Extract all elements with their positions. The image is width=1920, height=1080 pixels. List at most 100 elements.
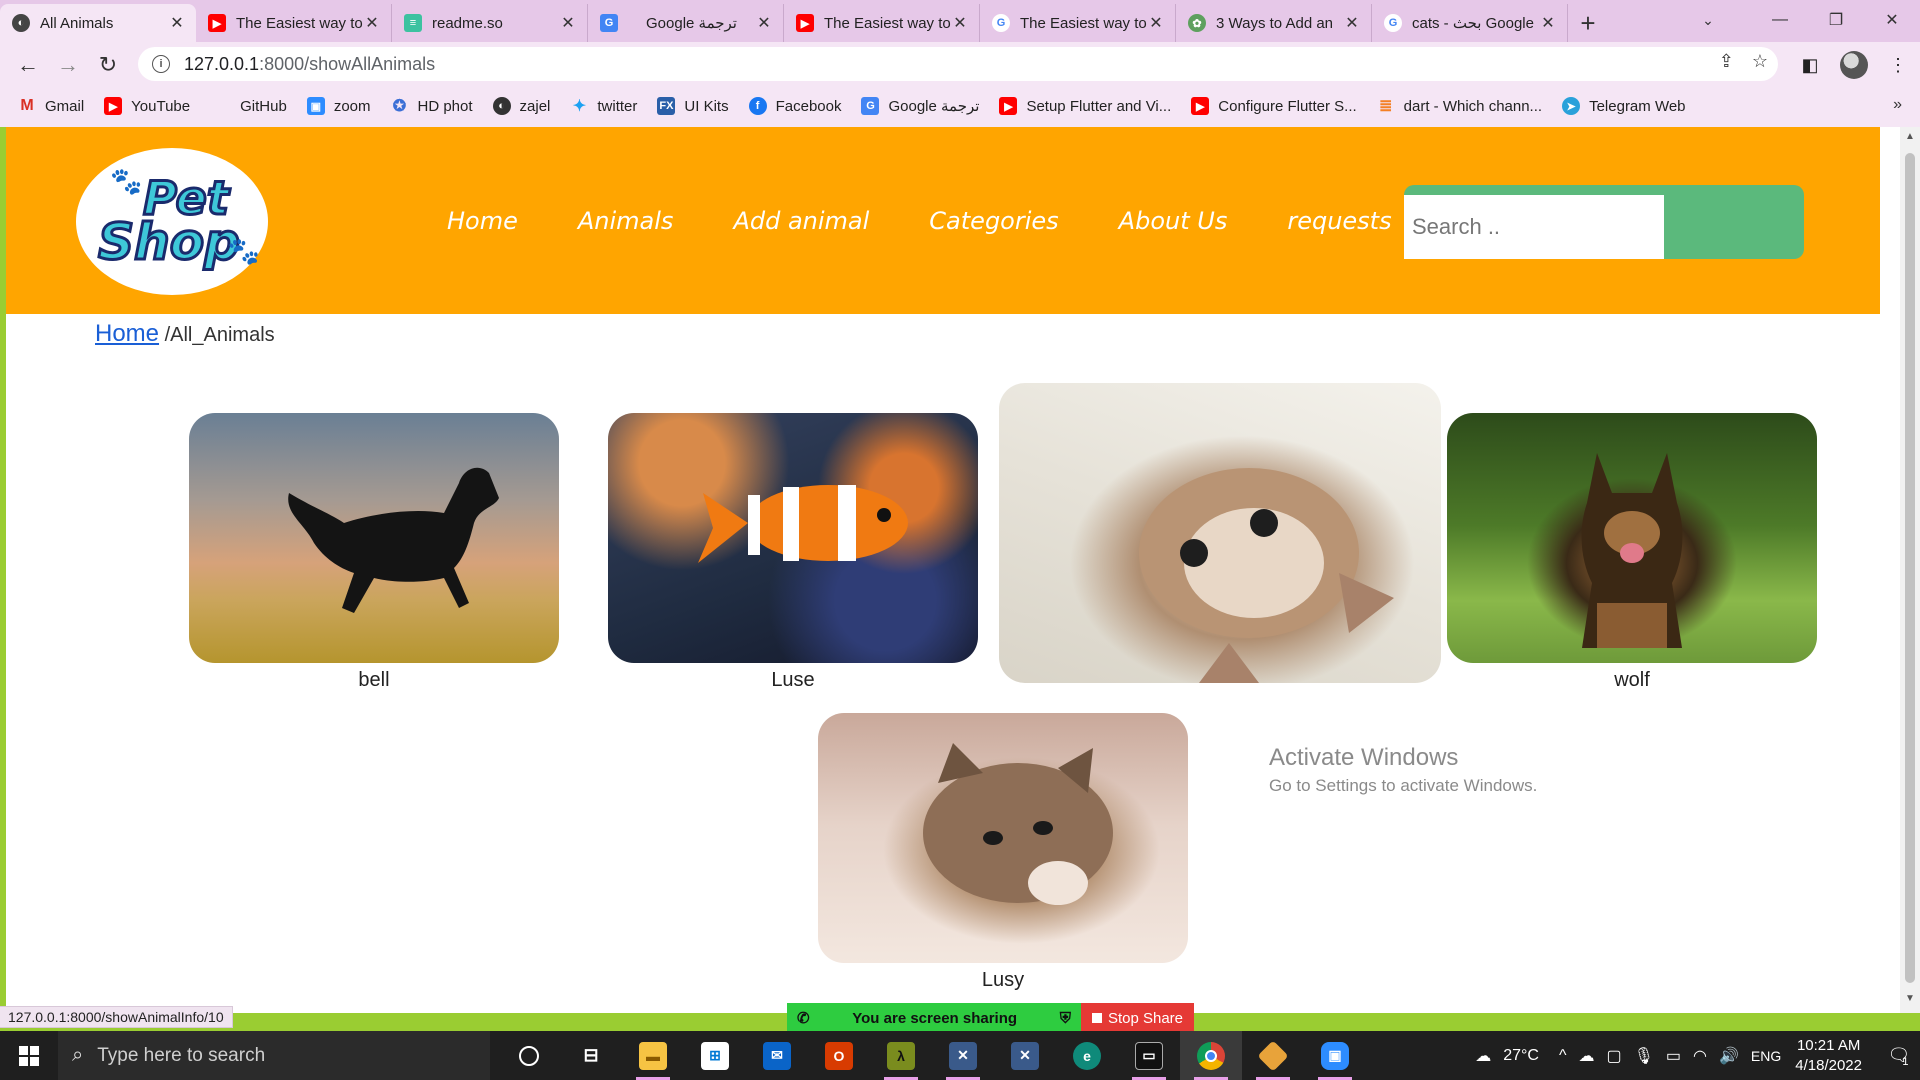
- site-info-icon[interactable]: i: [152, 55, 170, 73]
- web-page: 🐾 🐾 Pet Shop Home Animals Add animal Cat…: [6, 127, 1900, 1013]
- onedrive-icon[interactable]: ☁: [1578, 1046, 1594, 1066]
- minimize-icon[interactable]: —: [1752, 0, 1808, 40]
- animal-image-horse[interactable]: [189, 413, 559, 663]
- bookmark-star-icon[interactable]: ☆: [1752, 51, 1768, 72]
- profile-avatar[interactable]: [1840, 51, 1868, 79]
- battery-icon[interactable]: ▭: [1666, 1046, 1681, 1066]
- tab-wikihow[interactable]: ✿ 3 Ways to Add an ✕: [1176, 4, 1372, 42]
- tab-all-animals[interactable]: ◐ All Animals ✕: [0, 4, 196, 42]
- scroll-up-icon[interactable]: ▲: [1900, 131, 1920, 147]
- share-icon[interactable]: ⇪: [1719, 51, 1734, 72]
- animal-image-clownfish[interactable]: [608, 413, 978, 663]
- bookmark-translate[interactable]: G Google ترجمة: [861, 97, 979, 115]
- taskbar-zoom[interactable]: ▣: [1304, 1031, 1366, 1080]
- taskbar-file-explorer[interactable]: ▬: [622, 1031, 684, 1080]
- bookmarks-overflow-icon[interactable]: »: [1893, 96, 1902, 114]
- wifi-icon[interactable]: ◠: [1693, 1046, 1707, 1066]
- weather-cloud-icon[interactable]: ☁: [1475, 1046, 1491, 1066]
- tab-translate[interactable]: G Google ترجمة ✕: [588, 4, 784, 42]
- close-tab-icon[interactable]: ✕: [951, 13, 969, 33]
- taskbar-chrome[interactable]: [1180, 1031, 1242, 1080]
- animal-image-tabby-kitten[interactable]: [818, 713, 1188, 963]
- animal-image-kitten-blanket[interactable]: [999, 383, 1441, 683]
- taskbar-git-app[interactable]: [1242, 1031, 1304, 1080]
- menu-kebab-icon[interactable]: ⋮: [1886, 55, 1910, 76]
- close-tab-icon[interactable]: ✕: [1147, 13, 1165, 33]
- start-button[interactable]: [0, 1031, 58, 1080]
- new-tab-button[interactable]: +: [1568, 4, 1608, 42]
- tab-readme[interactable]: ≡ readme.so ✕: [392, 4, 588, 42]
- close-window-icon[interactable]: ✕: [1864, 0, 1920, 40]
- animal-image-german-shepherd[interactable]: [1447, 413, 1817, 663]
- bookmark-configure-flutter[interactable]: ▶ Configure Flutter S...: [1191, 97, 1357, 115]
- bookmark-zoom[interactable]: ▣ zoom: [306, 97, 371, 115]
- stop-share-button[interactable]: Stop Share: [1081, 1003, 1194, 1033]
- nav-requests[interactable]: requests: [1287, 207, 1391, 235]
- nav-categories[interactable]: Categories: [929, 207, 1058, 235]
- animal-card-luse[interactable]: Luse: [608, 413, 978, 692]
- bookmark-ui-kits[interactable]: FX UI Kits: [657, 97, 729, 115]
- side-panel-icon[interactable]: ◧: [1798, 55, 1822, 76]
- tab-google-1[interactable]: G The Easiest way to ✕: [980, 4, 1176, 42]
- taskbar-office[interactable]: O: [808, 1031, 870, 1080]
- taskbar-terminal[interactable]: ▭: [1118, 1031, 1180, 1080]
- close-tab-icon[interactable]: ✕: [1343, 13, 1361, 33]
- weather-temperature[interactable]: 27°C: [1503, 1047, 1539, 1065]
- taskbar-search-box[interactable]: ⌕ Type here to search: [58, 1031, 490, 1080]
- notification-center-button[interactable]: 🗨 1: [1876, 1044, 1920, 1068]
- scrollbar-thumb[interactable]: [1905, 153, 1915, 983]
- animal-card-wolf[interactable]: wolf: [1447, 413, 1817, 692]
- page-scrollbar[interactable]: ▲ ▼: [1900, 127, 1920, 1013]
- bookmark-dart[interactable]: ≣ dart - Which chann...: [1377, 97, 1542, 116]
- address-bar[interactable]: i 127.0.0.1:8000/showAllAnimals ⇪ ☆: [138, 47, 1778, 81]
- cortana-button[interactable]: [498, 1031, 560, 1080]
- device-icon[interactable]: ▢: [1606, 1046, 1621, 1066]
- chevron-up-icon[interactable]: ^: [1559, 1047, 1567, 1065]
- bookmark-twitter[interactable]: ✦ twitter: [570, 97, 638, 116]
- taskbar-clock[interactable]: 10:21 AM 4/18/2022: [1795, 1036, 1862, 1076]
- search-input[interactable]: [1404, 195, 1664, 259]
- pet-shop-logo[interactable]: 🐾 🐾 Pet Shop: [76, 148, 268, 295]
- bookmark-gmail[interactable]: M Gmail: [18, 97, 84, 115]
- microphone-icon[interactable]: 🎙: [1634, 1046, 1654, 1066]
- bookmark-github[interactable]: GitHub: [240, 98, 287, 115]
- taskbar-mail[interactable]: ✉: [746, 1031, 808, 1080]
- nav-add-animal[interactable]: Add animal: [733, 207, 869, 235]
- bookmark-hd-phot[interactable]: ✪ HD phot: [391, 97, 473, 116]
- language-indicator[interactable]: ENG: [1751, 1048, 1781, 1064]
- scroll-down-icon[interactable]: ▼: [1900, 993, 1920, 1009]
- nav-home[interactable]: Home: [447, 207, 518, 235]
- reload-icon[interactable]: ↻: [88, 45, 128, 85]
- tab-youtube-2[interactable]: ▶ The Easiest way to ✕: [784, 4, 980, 42]
- close-tab-icon[interactable]: ✕: [559, 13, 577, 33]
- close-tab-icon[interactable]: ✕: [755, 13, 773, 33]
- bookmark-telegram[interactable]: ➤ Telegram Web: [1562, 97, 1686, 115]
- tab-google-cats[interactable]: G cats - بحث Google ✕: [1372, 4, 1568, 42]
- restore-icon[interactable]: ❐: [1808, 0, 1864, 40]
- animal-card-lusy[interactable]: Lusy: [818, 713, 1188, 992]
- taskbar-store[interactable]: ⊞: [684, 1031, 746, 1080]
- taskbar-mysql-1[interactable]: ✕: [932, 1031, 994, 1080]
- task-view-button[interactable]: ⊟: [560, 1031, 622, 1080]
- close-tab-icon[interactable]: ✕: [1539, 13, 1557, 33]
- taskbar-edge[interactable]: e: [1056, 1031, 1118, 1080]
- taskbar-mysql-2[interactable]: ✕: [994, 1031, 1056, 1080]
- taskbar-lambda-app[interactable]: λ: [870, 1031, 932, 1080]
- nav-about-us[interactable]: About Us: [1119, 207, 1228, 235]
- close-tab-icon[interactable]: ✕: [168, 13, 186, 33]
- forward-icon[interactable]: →: [48, 45, 88, 85]
- search-button[interactable]: [1664, 185, 1804, 259]
- close-tab-icon[interactable]: ✕: [363, 13, 381, 33]
- volume-icon[interactable]: 🔊: [1719, 1046, 1739, 1066]
- animal-card-bell[interactable]: bell: [189, 413, 559, 692]
- tab-youtube-1[interactable]: ▶ The Easiest way to ✕: [196, 4, 392, 42]
- tab-search-icon[interactable]: ⌄: [1688, 0, 1728, 40]
- bookmark-setup-flutter[interactable]: ▶ Setup Flutter and Vi...: [999, 97, 1171, 115]
- bookmark-zajel[interactable]: ◐ zajel: [492, 97, 550, 115]
- animal-card-kitten[interactable]: [999, 383, 1441, 689]
- back-icon[interactable]: ←: [8, 45, 48, 85]
- bookmark-facebook[interactable]: f Facebook: [748, 97, 841, 115]
- bookmark-youtube[interactable]: ▶ YouTube: [104, 97, 190, 115]
- breadcrumb-home-link[interactable]: Home: [95, 320, 159, 347]
- nav-animals[interactable]: Animals: [578, 207, 674, 235]
